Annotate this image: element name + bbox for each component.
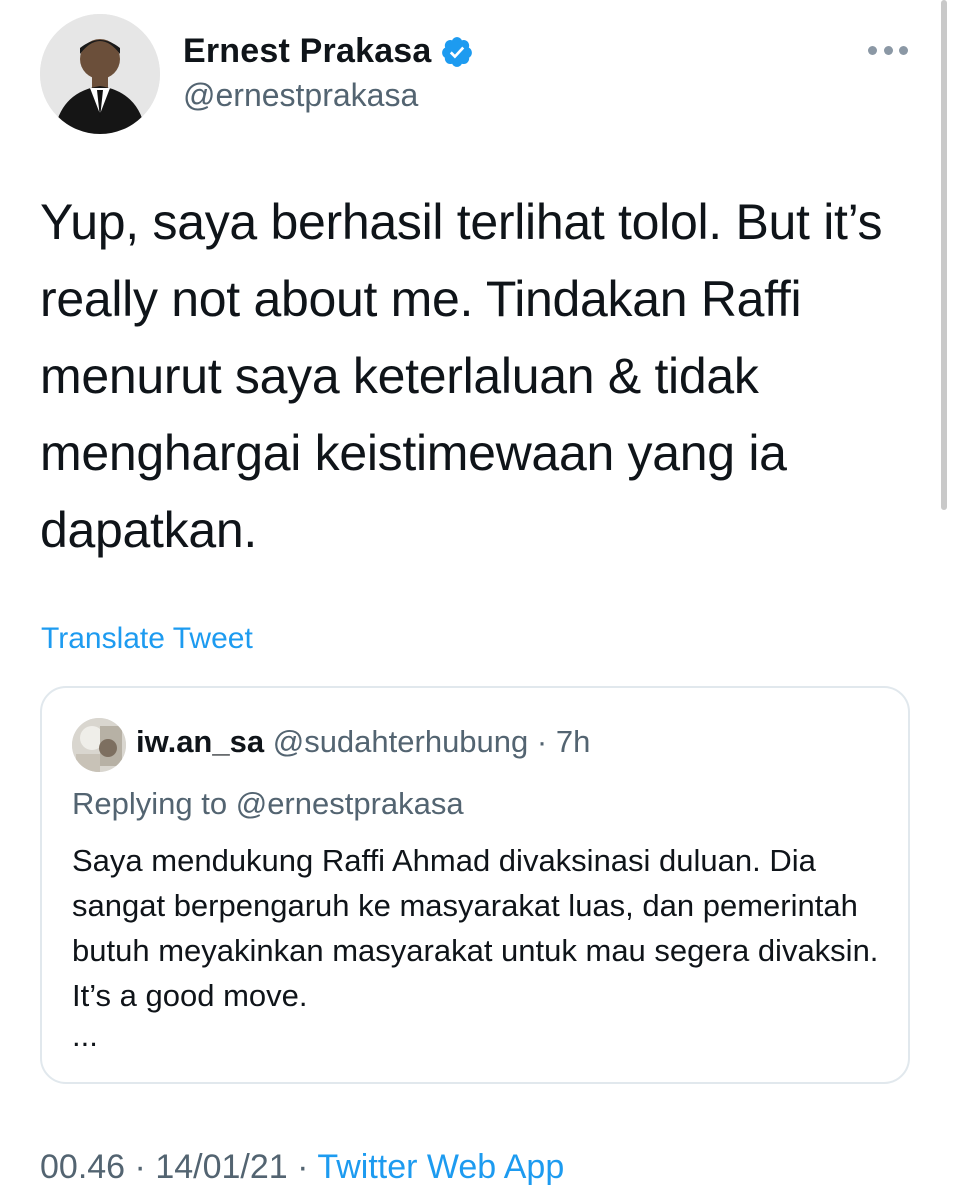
scrollbar[interactable] bbox=[941, 0, 947, 510]
quoted-truncation: ... bbox=[72, 1018, 98, 1053]
more-dot bbox=[899, 45, 908, 55]
more-dot bbox=[868, 45, 877, 55]
quoted-age[interactable]: 7h bbox=[556, 724, 590, 759]
tweet-source-link[interactable]: Twitter Web App bbox=[317, 1148, 564, 1186]
tweet-time[interactable]: 00.46 bbox=[40, 1148, 125, 1186]
translate-tweet-link[interactable]: Translate Tweet bbox=[41, 622, 253, 656]
meta-separator: · bbox=[134, 1148, 146, 1186]
author-avatar[interactable] bbox=[40, 14, 160, 134]
quoted-author-handle[interactable]: @sudahterhubung bbox=[273, 724, 529, 759]
more-dot bbox=[883, 45, 893, 55]
verified-badge-icon bbox=[441, 36, 472, 67]
author-handle[interactable]: @ernestprakasa bbox=[183, 77, 418, 114]
quoted-header: iw.an_sa @sudahterhubung · 7h bbox=[136, 724, 590, 760]
tweet-detail-page: Ernest Prakasa @ernestprakasa Yup, saya … bbox=[0, 0, 953, 1200]
tweet-metadata: 00.46 · 14/01/21 · Twitter Web App bbox=[40, 1148, 564, 1187]
author-avatar-image bbox=[40, 14, 160, 134]
quoted-avatar-image bbox=[72, 718, 126, 772]
quoted-tweet-card[interactable]: iw.an_sa @sudahterhubung · 7h Replying t… bbox=[40, 686, 910, 1084]
reply-mention[interactable]: @ernestprakasa bbox=[236, 786, 464, 821]
quoted-tweet-text: Saya mendukung Raffi Ahmad divaksinasi d… bbox=[72, 843, 879, 1013]
meta-separator: · bbox=[297, 1148, 309, 1186]
quoted-separator: · bbox=[536, 724, 548, 759]
author-name-row: Ernest Prakasa bbox=[183, 32, 474, 71]
quoted-reply-context: Replying to @ernestprakasa bbox=[72, 786, 464, 822]
quoted-author-name[interactable]: iw.an_sa bbox=[136, 724, 264, 759]
reply-prefix: Replying to bbox=[72, 786, 228, 821]
author-name[interactable]: Ernest Prakasa bbox=[183, 32, 432, 71]
quoted-author-avatar[interactable] bbox=[72, 718, 126, 772]
tweet-date[interactable]: 14/01/21 bbox=[155, 1148, 287, 1186]
more-options-icon[interactable] bbox=[868, 40, 908, 60]
tweet-header: Ernest Prakasa @ernestprakasa bbox=[40, 14, 910, 134]
tweet-text: Yup, saya berhasil terlihat tolol. But i… bbox=[40, 194, 883, 558]
